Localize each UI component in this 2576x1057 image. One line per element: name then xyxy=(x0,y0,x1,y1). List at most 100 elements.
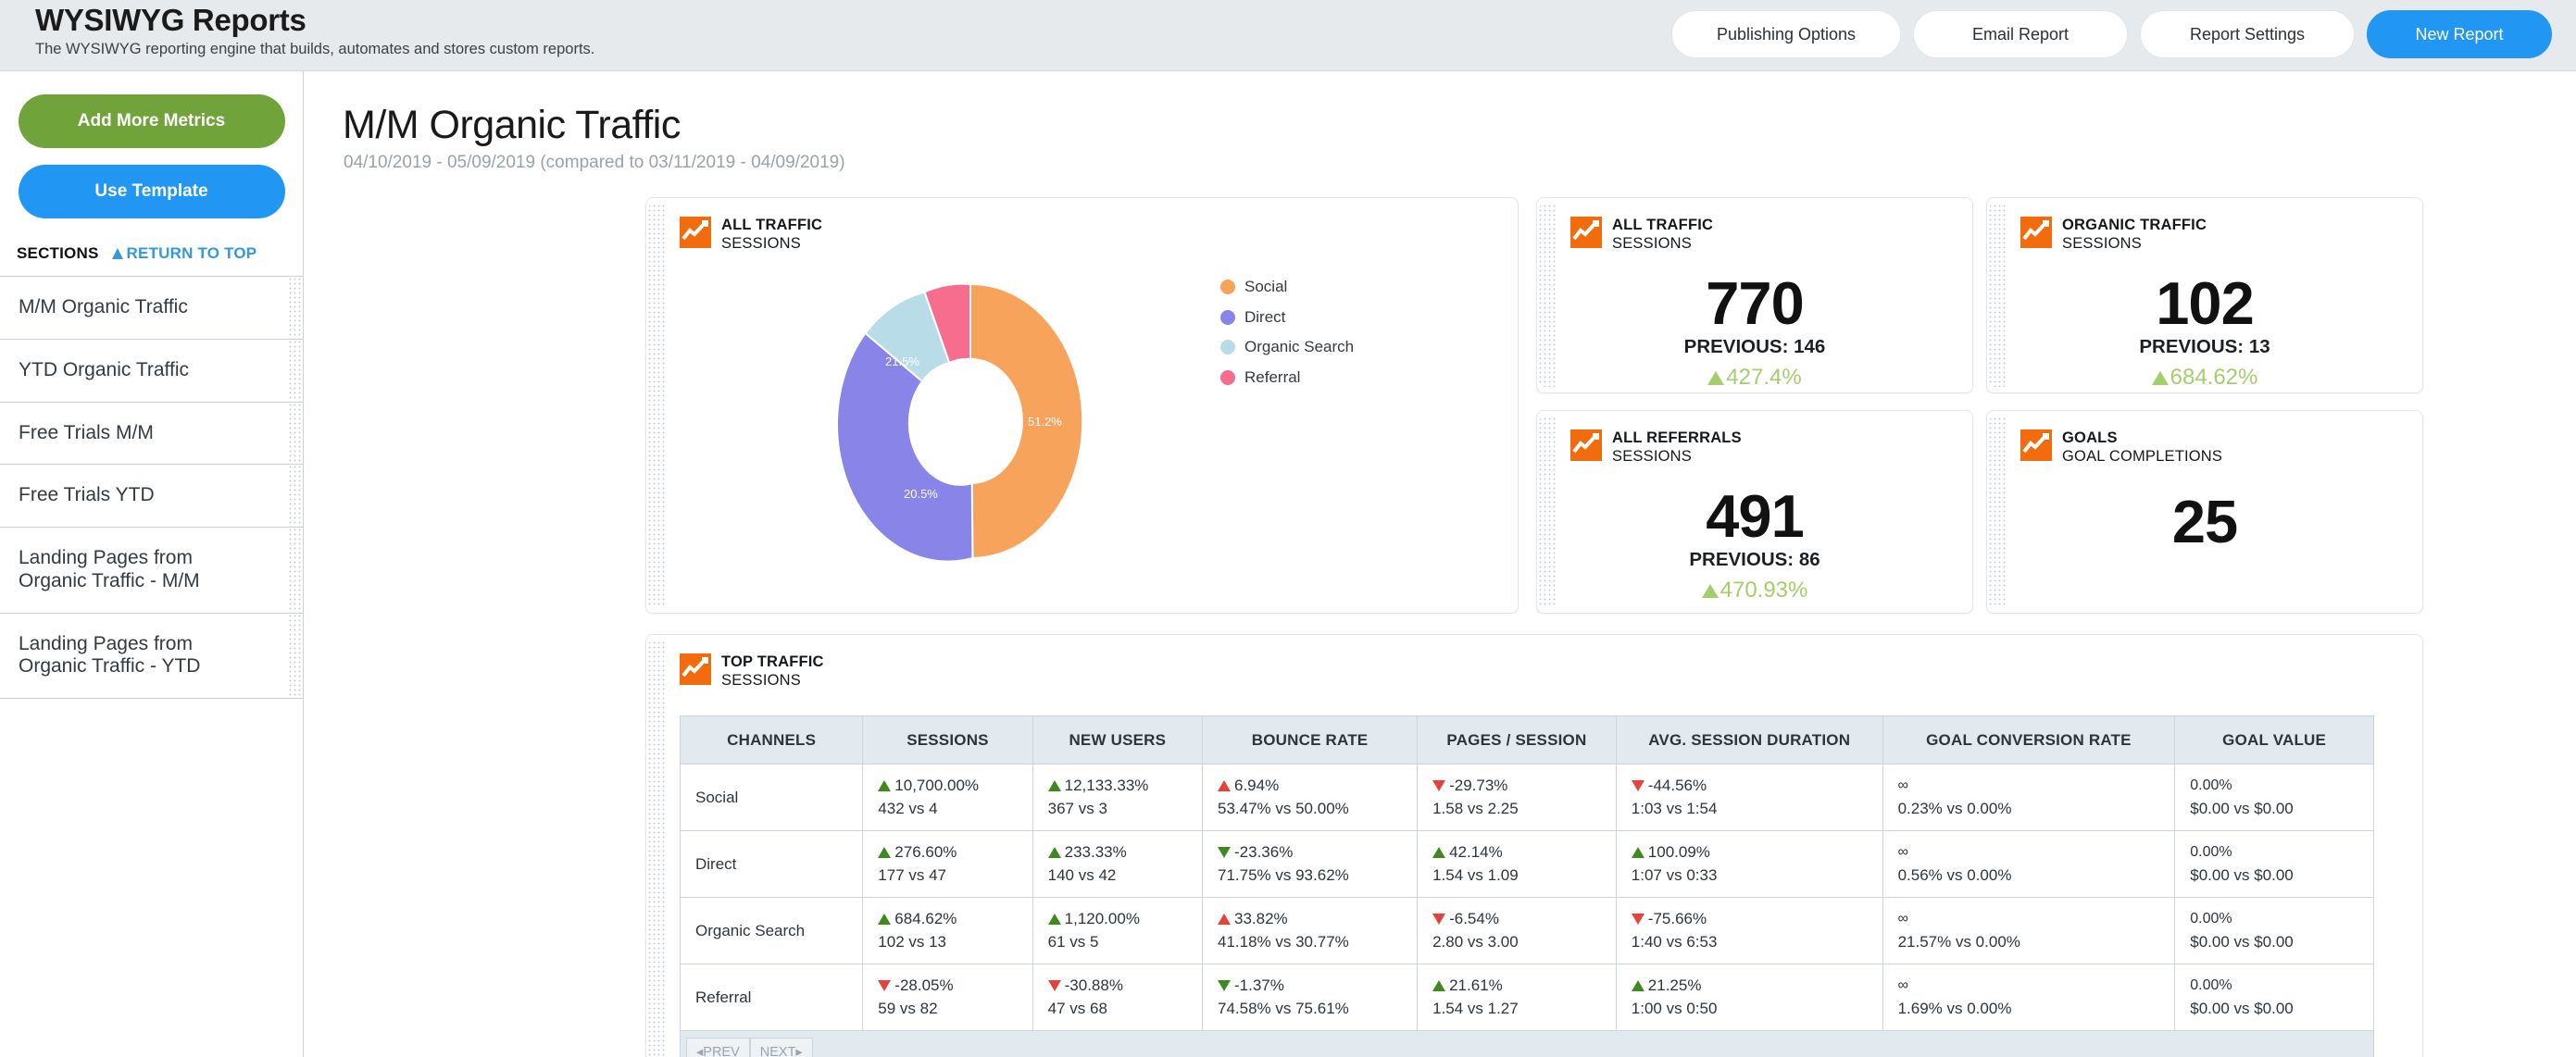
cell-bounce-rate: -23.36% 71.75% vs 93.62% xyxy=(1201,830,1419,898)
chart-icon xyxy=(2020,217,2052,248)
legend-swatch-icon xyxy=(1220,369,1235,385)
kpi-delta: 470.93% xyxy=(1537,578,1972,603)
use-template-button[interactable]: Use Template xyxy=(18,165,285,218)
legend-item-organic-search: Organic Search xyxy=(1220,338,1354,356)
card-subtitle: GOAL COMPLETIONS xyxy=(2062,448,2223,465)
drag-handle-icon[interactable] xyxy=(288,402,303,465)
drag-handle-icon[interactable] xyxy=(288,277,303,339)
next-page-button[interactable]: NEXT▸ xyxy=(749,1037,813,1057)
kpi-previous: PREVIOUS: 86 xyxy=(1689,549,1820,570)
cell-delta: -28.05% xyxy=(894,976,954,994)
cell-delta: 6.94% xyxy=(1234,776,1280,794)
drag-handle-icon[interactable] xyxy=(647,640,666,1057)
col-goal-value[interactable]: GOAL VALUE xyxy=(2174,715,2374,765)
arrow-up-icon xyxy=(1218,913,1231,925)
card-title-block: TOP TRAFFIC SESSIONS xyxy=(721,653,824,690)
cell-detail: 1:07 vs 0:33 xyxy=(1631,865,1718,884)
chart-icon xyxy=(1570,429,1602,461)
sections-label: SECTIONS xyxy=(17,244,99,262)
kpi-value: 770 xyxy=(1706,269,1804,337)
sidebar-item-free-trials-ytd[interactable]: Free Trials YTD xyxy=(0,464,303,528)
cell-avg-session-duration: -75.66% 1:40 vs 6:53 xyxy=(1615,897,1883,964)
card-header: ALL TRAFFIC SESSIONS xyxy=(1537,198,1972,253)
arrow-down-icon xyxy=(1432,779,1446,791)
sidebar-item-label: Landing Pages from Organic Traffic - M/M xyxy=(19,547,200,591)
col-channels[interactable]: CHANNELS xyxy=(679,715,864,765)
header-actions: Publishing Options Email Report Report S… xyxy=(1671,10,2552,58)
kpi-value: 491 xyxy=(1706,482,1804,550)
kpi-delta: 427.4% xyxy=(1537,365,1972,391)
publishing-options-button[interactable]: Publishing Options xyxy=(1671,10,1901,58)
slice-label-social: 51.2% xyxy=(1028,415,1062,429)
sidebar-item-mm-organic-traffic[interactable]: M/M Organic Traffic xyxy=(0,276,303,339)
card-title: ORGANIC TRAFFIC xyxy=(2062,217,2207,233)
cell-detail: 41.18% vs 30.77% xyxy=(1218,932,1349,951)
new-report-button[interactable]: New Report xyxy=(2367,10,2552,58)
col-pages-session[interactable]: PAGES / SESSION xyxy=(1417,715,1617,765)
return-to-top-link[interactable]: RETURN TO TOP xyxy=(111,244,257,263)
arrow-up-icon xyxy=(111,248,123,259)
sidebar-item-ytd-organic-traffic[interactable]: YTD Organic Traffic xyxy=(0,338,303,402)
card-title-block: ALL TRAFFIC SESSIONS xyxy=(721,217,822,253)
cell-pages-session: -6.54% 2.80 vs 3.00 xyxy=(1417,897,1617,964)
cell-detail: 102 vs 13 xyxy=(878,932,947,951)
cell-delta: 233.33% xyxy=(1064,842,1127,861)
card-subtitle: SESSIONS xyxy=(1612,235,1692,252)
arrow-up-icon xyxy=(878,913,892,925)
cell-detail: 1:00 vs 0:50 xyxy=(1631,999,1718,1017)
cell-bounce-rate: 33.82% 41.18% vs 30.77% xyxy=(1201,897,1419,964)
cell-delta: 276.60% xyxy=(894,842,957,861)
email-report-button[interactable]: Email Report xyxy=(1913,10,2128,58)
col-goal-conversion-rate[interactable]: GOAL CONVERSION RATE xyxy=(1882,715,2176,765)
arrow-up-icon xyxy=(1707,370,1725,385)
drag-handle-icon[interactable] xyxy=(288,613,303,699)
card-header: GOALS GOAL COMPLETIONS xyxy=(1987,411,2422,466)
cell-channel: Social xyxy=(679,764,864,831)
cell-detail: $0.00 vs $0.00 xyxy=(2190,799,2294,817)
cell-delta: 100.09% xyxy=(1647,842,1710,861)
drag-handle-icon[interactable] xyxy=(288,339,303,402)
legend-swatch-icon xyxy=(1220,309,1235,325)
kpi-delta: 684.62% xyxy=(1987,365,2422,391)
sidebar-item-landing-pages-ytd[interactable]: Landing Pages from Organic Traffic - YTD xyxy=(0,612,303,700)
prev-page-button[interactable]: ◂PREV xyxy=(686,1037,750,1057)
drag-handle-icon[interactable] xyxy=(288,528,303,613)
cell-sessions: -28.05% 59 vs 82 xyxy=(862,964,1033,1031)
cell-new-users: 12,133.33% 367 vs 3 xyxy=(1032,764,1204,831)
slice-social xyxy=(969,282,1084,560)
cell-delta: 684.62% xyxy=(894,909,957,927)
drag-handle-icon[interactable] xyxy=(1538,204,1557,387)
cell-delta: 33.82% xyxy=(1234,909,1288,927)
col-sessions[interactable]: SESSIONS xyxy=(862,715,1033,765)
kpi-value: 25 xyxy=(2171,488,2238,555)
col-new-users[interactable]: NEW USERS xyxy=(1032,715,1204,765)
card-subtitle: SESSIONS xyxy=(1612,448,1692,465)
card-title-block: GOALS GOAL COMPLETIONS xyxy=(2062,429,2222,466)
sections-header: SECTIONS RETURN TO TOP xyxy=(0,244,303,276)
cell-delta: -29.73% xyxy=(1449,776,1508,794)
col-bounce-rate[interactable]: BOUNCE RATE xyxy=(1201,715,1419,765)
arrow-down-icon xyxy=(1218,846,1231,858)
cell-detail: 432 vs 4 xyxy=(878,799,938,817)
cell-bounce-rate: 6.94% 53.47% vs 50.00% xyxy=(1201,764,1419,831)
cell-goal-value: 0.00% $0.00 vs $0.00 xyxy=(2174,897,2374,964)
table-header-row: CHANNELS SESSIONS NEW USERS BOUNCE RATE … xyxy=(679,715,2374,765)
kpi-delta-value: 427.4% xyxy=(1726,365,1802,390)
arrow-down-icon xyxy=(1432,913,1446,925)
cell-detail: 1:40 vs 6:53 xyxy=(1631,932,1718,951)
drag-handle-icon[interactable] xyxy=(1988,204,2007,387)
add-more-metrics-button[interactable]: Add More Metrics xyxy=(18,94,285,148)
col-avg-session-duration[interactable]: AVG. SESSION DURATION xyxy=(1615,715,1883,765)
report-settings-button[interactable]: Report Settings xyxy=(2140,10,2355,58)
cell-delta: ∞ xyxy=(1897,976,1908,993)
drag-handle-icon[interactable] xyxy=(288,465,303,528)
app-title: WYSIWYG Reports xyxy=(35,3,306,37)
drag-handle-icon[interactable] xyxy=(1988,417,2007,607)
arrow-up-icon xyxy=(878,779,892,791)
sidebar-item-free-trials-mm[interactable]: Free Trials M/M xyxy=(0,401,303,465)
sidebar-item-landing-pages-mm[interactable]: Landing Pages from Organic Traffic - M/M xyxy=(0,527,303,613)
drag-handle-icon[interactable] xyxy=(1538,417,1557,607)
cell-new-users: -30.88% 47 vs 68 xyxy=(1032,964,1204,1031)
card-title: GOALS xyxy=(2062,429,2118,446)
arrow-down-icon xyxy=(1631,913,1644,925)
